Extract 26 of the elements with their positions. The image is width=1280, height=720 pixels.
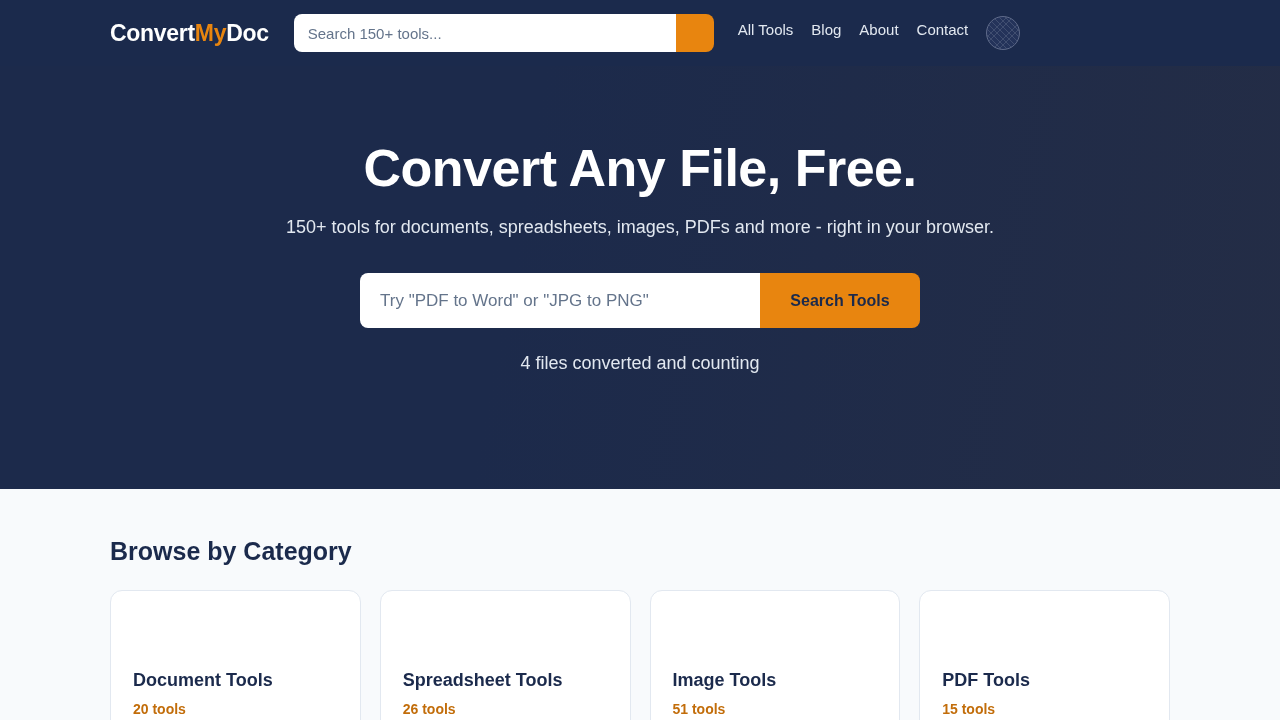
tool-count: 51 tools (672, 700, 726, 719)
search-button[interactable] (675, 14, 714, 52)
category-name: Spreadsheet Tools (402, 669, 563, 692)
category-card[interactable]: Document Tools 20 tools (110, 590, 361, 720)
conversion-counter: 4 files converted and counting (520, 352, 760, 375)
logo[interactable]: ConvertMyDoc (110, 19, 269, 47)
search-field[interactable]: Try "PDF to Word" or "JPG to PNG" (360, 273, 760, 328)
category-name: Document Tools (133, 669, 273, 692)
tool-count: 26 tools (402, 700, 456, 719)
search-field[interactable]: Search 150+ tools... (293, 14, 676, 52)
hero-title: Convert Any File, Free. (363, 139, 917, 197)
category-card[interactable]: Spreadsheet Tools 26 tools (379, 590, 631, 720)
category-name: Image Tools (672, 669, 777, 692)
nav-link[interactable]: All Tools (737, 20, 794, 38)
avatar-icon[interactable] (986, 16, 1021, 50)
category-name: PDF Tools (942, 669, 1030, 692)
section-heading: Browse by Category (110, 536, 353, 567)
tool-count: 15 tools (942, 700, 996, 719)
nav-link[interactable]: Contact (916, 20, 969, 38)
nav-link[interactable]: Blog (811, 20, 842, 38)
tool-count: 20 tools (133, 700, 186, 719)
hero-subtitle: 150+ tools for documents, spreadsheets, images, PDFs and more - right in your browser. (286, 216, 994, 239)
category-card[interactable]: Image Tools 51 tools (649, 590, 901, 720)
nav-link[interactable]: About (859, 20, 899, 38)
category-card[interactable]: PDF Tools 15 tools (919, 590, 1170, 720)
search-tools-button[interactable]: Search Tools (760, 273, 920, 328)
